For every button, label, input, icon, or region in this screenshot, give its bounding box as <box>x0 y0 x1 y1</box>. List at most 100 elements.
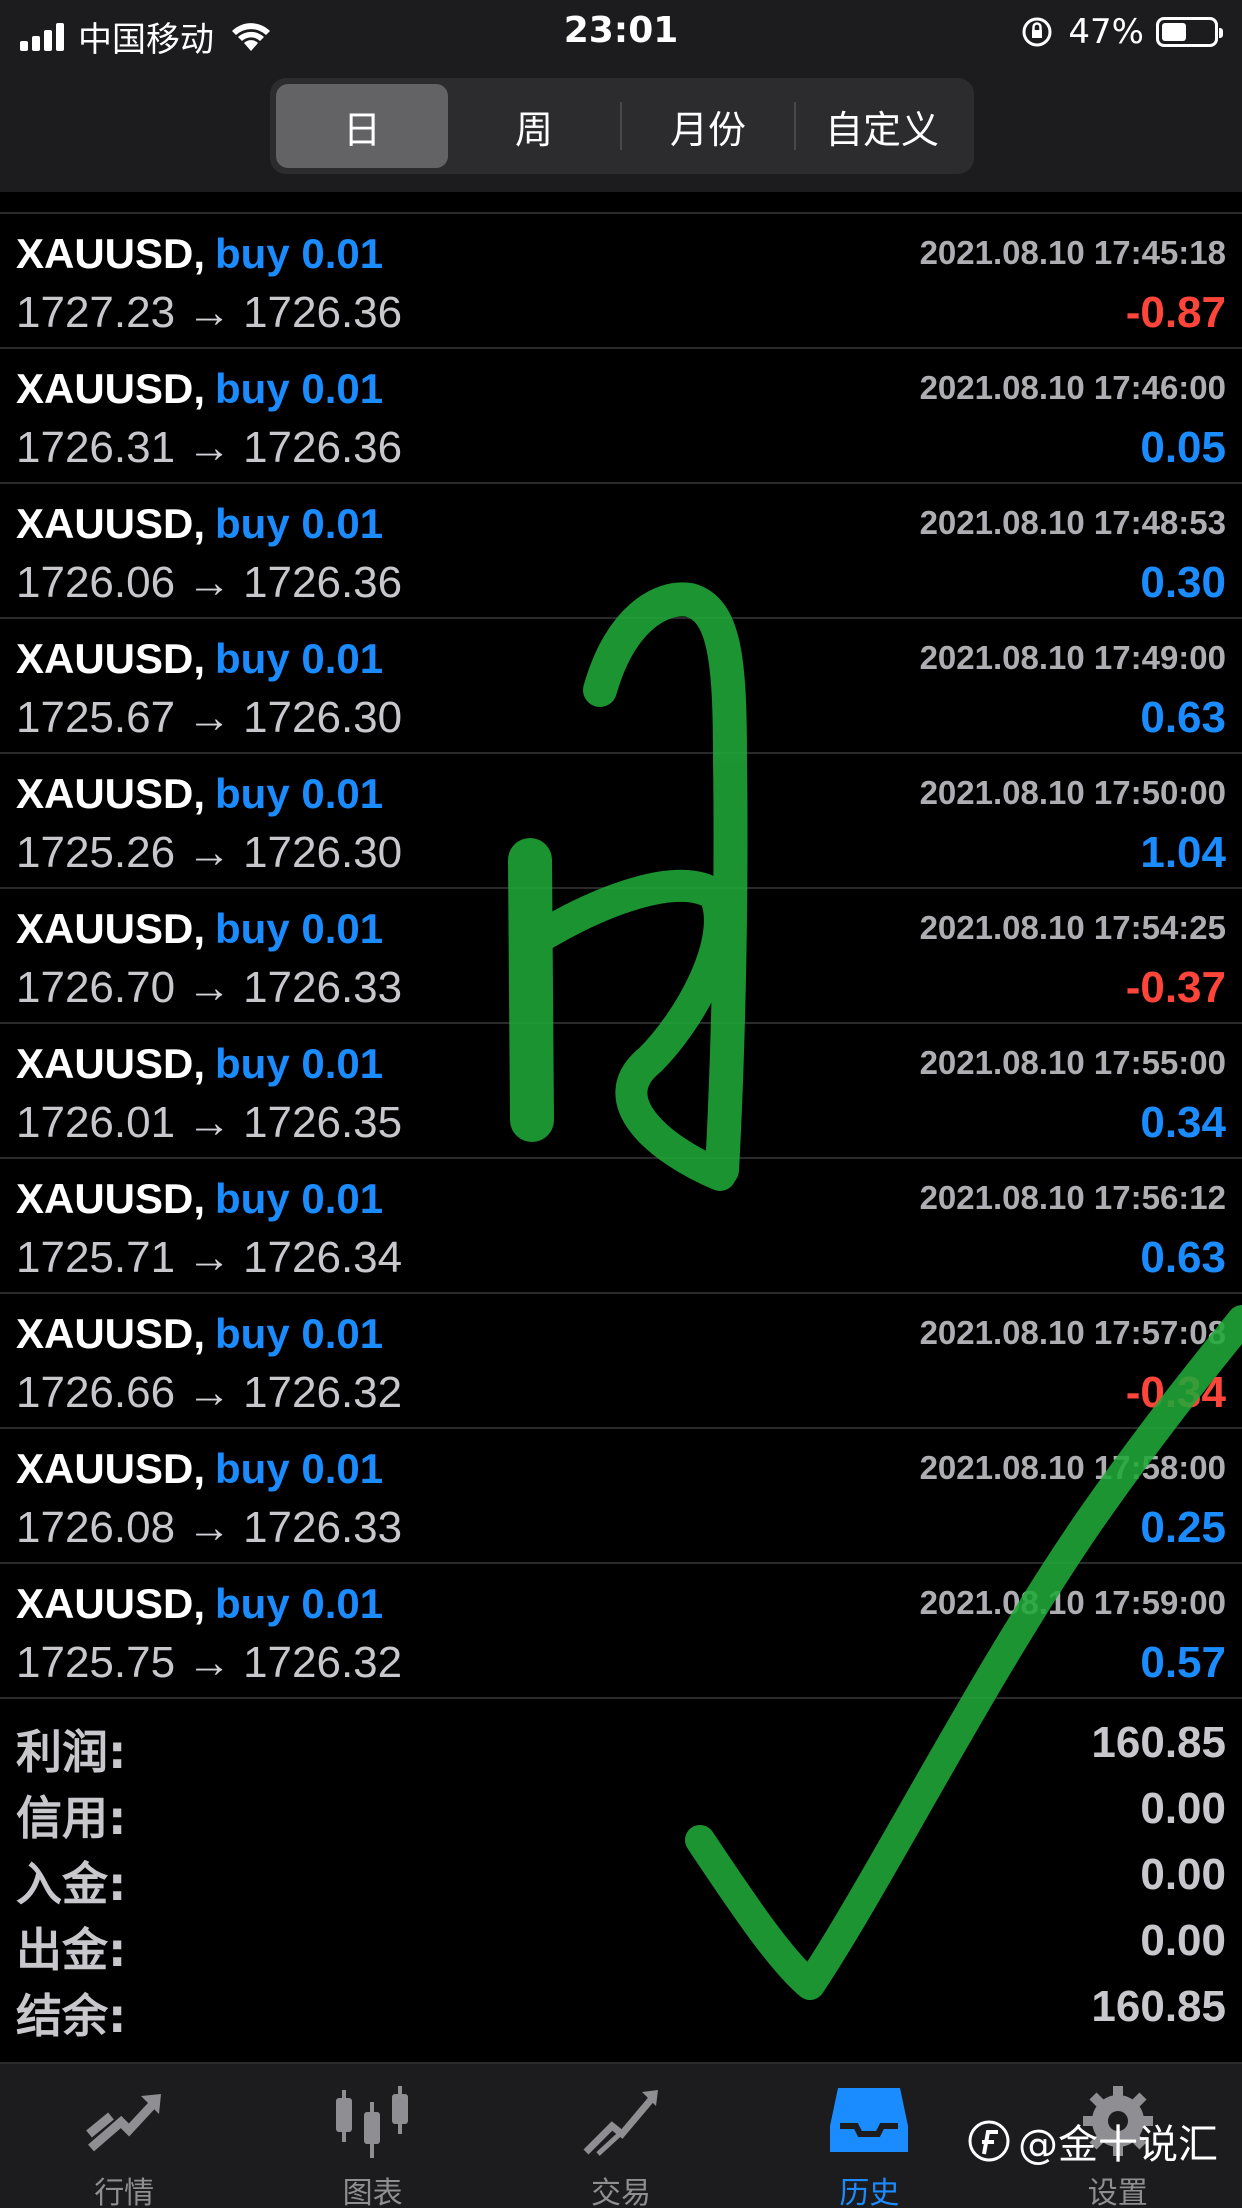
trade-time: 2021.08.10 17:55:00 <box>919 1044 1226 1081</box>
arrow-right-icon: → <box>187 1368 232 1417</box>
segment-1[interactable]: 周 <box>448 84 620 168</box>
trade-prices: 1726.70 → 1726.33 <box>16 963 402 1013</box>
trade-symbol-line: XAUUSD, buy 0.01 <box>16 1580 383 1628</box>
trade-row[interactable]: XAUUSD, buy 0.01 2021.08.10 17:48:53 1726.0… <box>0 484 1242 619</box>
trade-prices: 1726.08 → 1726.33 <box>16 1503 402 1553</box>
open-price: 1726.66 <box>16 1368 176 1417</box>
trade-action: buy 0.01 <box>215 905 384 952</box>
close-price: 1726.34 <box>243 1233 403 1282</box>
trade-row[interactable]: XAUUSD, buy 0.01 2021.08.10 17:56:12 1725.7… <box>0 1159 1242 1294</box>
tab-history-tray[interactable]: 历史 <box>745 2064 993 2208</box>
summary-label: 利润: <box>16 1725 127 1779</box>
trade-time: 2021.08.10 17:56:12 <box>919 1179 1226 1216</box>
trade-symbol-line: XAUUSD, buy 0.01 <box>16 770 383 818</box>
candlestick-icon <box>330 2082 416 2160</box>
segment-2[interactable]: 月份 <box>622 84 794 168</box>
trade-history-list[interactable]: XAUUSD, buy 0.01 2021.08.10 17:45:18 1727.2… <box>0 192 1242 1700</box>
trade-row[interactable]: XAUUSD, buy 0.01 2021.08.10 17:58:00 1726.0… <box>0 1429 1242 1564</box>
summary-label: 出金: <box>16 1923 127 1977</box>
trade-profit: 0.57 <box>1140 1638 1226 1687</box>
trade-action: buy 0.01 <box>215 635 384 682</box>
trade-row[interactable]: XAUUSD, buy 0.01 2021.08.10 17:46:00 1726.3… <box>0 349 1242 484</box>
trade-profit: 0.30 <box>1140 558 1226 607</box>
trade-action: buy 0.01 <box>215 1580 384 1627</box>
trade-prices: 1725.75 → 1726.32 <box>16 1638 402 1688</box>
trade-profit: 0.63 <box>1140 1233 1226 1282</box>
open-price: 1725.67 <box>16 693 176 742</box>
open-price: 1726.70 <box>16 963 176 1012</box>
arrow-right-icon: → <box>187 1098 232 1147</box>
trade-symbol: XAUUSD, <box>16 770 206 817</box>
trade-prices: 1725.67 → 1726.30 <box>16 693 402 743</box>
close-price: 1726.32 <box>243 1368 403 1417</box>
trade-time: 2021.08.10 17:45:18 <box>919 234 1226 271</box>
trade-row[interactable]: XAUUSD, buy 0.01 2021.08.10 17:45:18 1727.2… <box>0 214 1242 349</box>
period-segmented-control: 日周月份 自定义 <box>270 78 974 174</box>
trade-action: buy 0.01 <box>215 230 384 277</box>
trade-profit: 0.34 <box>1140 1098 1226 1147</box>
tab-label: 行情 <box>94 2176 155 2208</box>
trade-symbol-line: XAUUSD, buy 0.01 <box>16 500 383 548</box>
close-price: 1726.36 <box>243 558 403 607</box>
tab-label: 设置 <box>1087 2176 1148 2208</box>
trade-symbol-line: XAUUSD, buy 0.01 <box>16 1310 383 1358</box>
close-price: 1726.33 <box>243 1503 403 1552</box>
trade-row[interactable]: XAUUSD, buy 0.01 2021.08.10 17:59:00 1725.7… <box>0 1564 1242 1699</box>
trade-time: 2021.08.10 17:57:08 <box>919 1314 1226 1351</box>
open-price: 1726.31 <box>16 423 176 472</box>
trade-prices: 1726.31 → 1726.36 <box>16 423 402 473</box>
summary-row: 出金: 0.00 <box>0 1908 1242 1977</box>
tab-trade[interactable]: 交易 <box>497 2064 745 2208</box>
trade-symbol-line: XAUUSD, buy 0.01 <box>16 1445 383 1493</box>
summary-row: 利润: 160.85 <box>0 1710 1242 1779</box>
segment-0[interactable]: 日 <box>276 84 448 168</box>
trade-row[interactable]: XAUUSD, buy 0.01 2021.08.10 17:55:00 1726.0… <box>0 1024 1242 1159</box>
status-right: 47% <box>1020 12 1223 52</box>
battery-icon <box>1156 17 1223 47</box>
battery-level <box>1162 23 1186 41</box>
segment-3[interactable]: 自定义 <box>796 84 968 168</box>
watermark-logo-icon <box>968 2120 1010 2162</box>
arrow-right-icon: → <box>187 828 232 877</box>
tab-quotes[interactable]: 行情 <box>0 2064 248 2208</box>
summary-label: 入金: <box>16 1857 127 1911</box>
arrow-right-icon: → <box>187 423 232 472</box>
trade-symbol-line: XAUUSD, buy 0.01 <box>16 1040 383 1088</box>
trade-row[interactable]: XAUUSD, buy 0.01 2021.08.10 17:49:00 1725.6… <box>0 619 1242 754</box>
tab-candlestick[interactable]: 图表 <box>248 2064 496 2208</box>
trade-action: buy 0.01 <box>215 1175 384 1222</box>
arrow-right-icon: → <box>187 1503 232 1552</box>
summary-value: 0.00 <box>1140 1850 1226 1899</box>
trade-symbol-line: XAUUSD, buy 0.01 <box>16 230 383 278</box>
trade-time: 2021.08.10 17:59:00 <box>919 1584 1226 1621</box>
trade-symbol: XAUUSD, <box>16 1175 206 1222</box>
trade-action: buy 0.01 <box>215 770 384 817</box>
arrow-right-icon: → <box>187 288 232 337</box>
trade-symbol: XAUUSD, <box>16 905 206 952</box>
trade-time: 2021.08.10 17:48:53 <box>919 504 1226 541</box>
trade-action: buy 0.01 <box>215 500 384 547</box>
trade-time: 2021.08.10 17:50:00 <box>919 774 1226 811</box>
trade-symbol-line: XAUUSD, buy 0.01 <box>16 1175 383 1223</box>
open-price: 1726.01 <box>16 1098 176 1147</box>
trade-prices: 1725.71 → 1726.34 <box>16 1233 402 1283</box>
trade-symbol: XAUUSD, <box>16 365 206 412</box>
close-price: 1726.35 <box>243 1098 403 1147</box>
summary-label: 结余: <box>16 1989 127 2043</box>
trade-profit: -0.34 <box>1125 1368 1226 1417</box>
arrow-right-icon: → <box>187 1638 232 1687</box>
trade-row[interactable]: XAUUSD, buy 0.01 2021.08.10 17:54:25 1726.7… <box>0 889 1242 1024</box>
trade-profit: 0.05 <box>1140 423 1226 472</box>
trade-profit: 1.04 <box>1140 828 1226 877</box>
summary-value: 160.85 <box>1091 1982 1226 2031</box>
trade-profit: -0.87 <box>1125 288 1226 337</box>
trade-row[interactable]: XAUUSD, buy 0.01 2021.08.10 17:50:00 1725.2… <box>0 754 1242 889</box>
trade-row[interactable]: XAUUSD, buy 0.01 2021.08.10 17:57:08 1726.6… <box>0 1294 1242 1429</box>
trade-action: buy 0.01 <box>215 1445 384 1492</box>
tab-label: 历史 <box>839 2176 900 2208</box>
trade-time: 2021.08.10 17:58:00 <box>919 1449 1226 1486</box>
summary-value: 0.00 <box>1140 1916 1226 1965</box>
open-price: 1727.23 <box>16 288 176 337</box>
close-price: 1726.36 <box>243 288 403 337</box>
trade-symbol: XAUUSD, <box>16 1445 206 1492</box>
